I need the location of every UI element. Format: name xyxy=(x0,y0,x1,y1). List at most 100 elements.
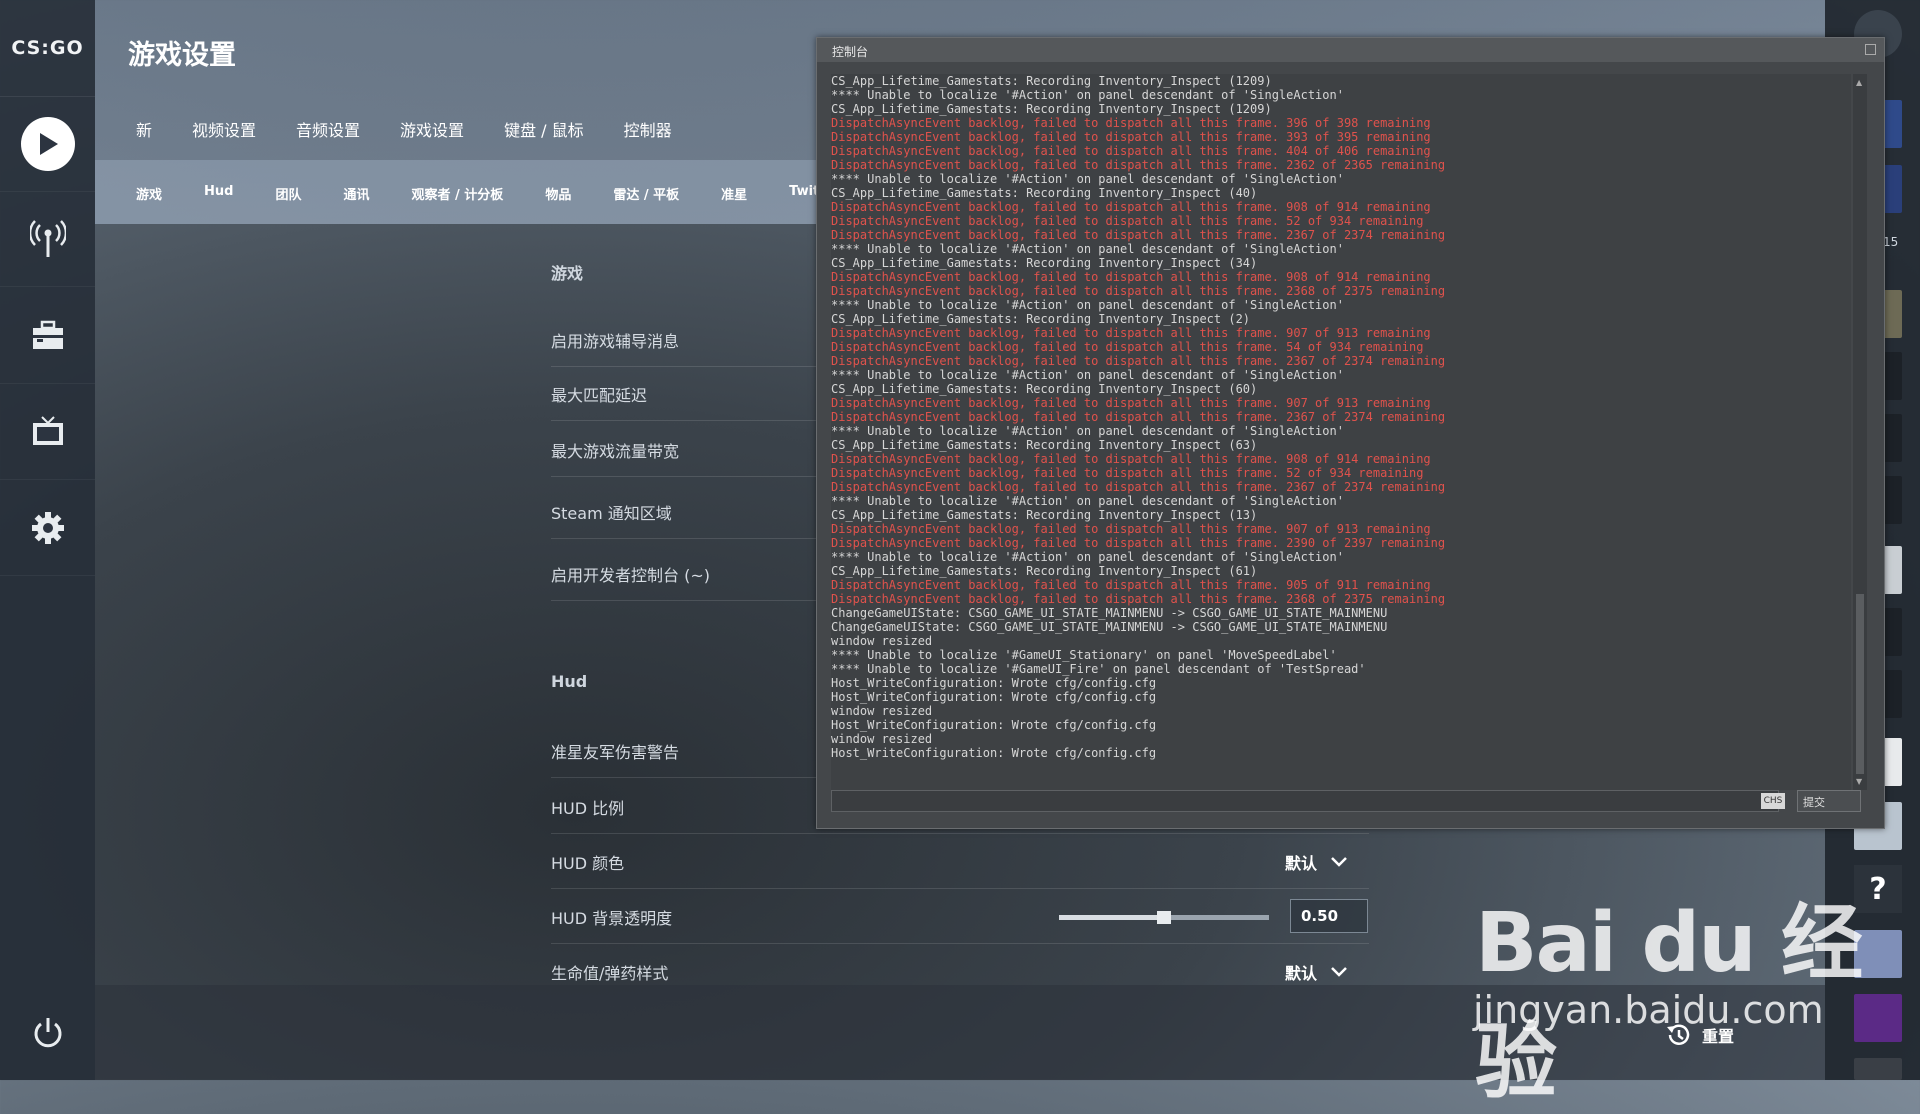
inventory-button[interactable] xyxy=(0,288,95,384)
console-error-line: DispatchAsyncEvent backlog, failed to di… xyxy=(831,158,1446,172)
console-error-line: DispatchAsyncEvent backlog, failed to di… xyxy=(831,116,1431,130)
setting-label: 启用开发者控制台 (~) xyxy=(551,566,710,585)
tab-controller[interactable]: 控制器 xyxy=(624,117,672,141)
setting-label: HUD 比例 xyxy=(551,799,625,818)
console-window: 控制台 CS_App_Lifetime_Gamestats: Recording… xyxy=(816,37,1885,829)
console-line: CS_App_Lifetime_Gamestats: Recording Inv… xyxy=(831,74,1272,88)
section-title-game: 游戏 xyxy=(551,264,584,283)
tab-keyboard-mouse[interactable]: 键盘 / 鼠标 xyxy=(504,117,584,141)
console-line: CS_App_Lifetime_Gamestats: Recording Inv… xyxy=(831,256,1258,270)
subtab-items[interactable]: 物品 xyxy=(545,184,571,203)
history-icon xyxy=(1667,1024,1690,1045)
console-scrollbar[interactable]: ▲ ▼ xyxy=(1853,74,1867,790)
console-error-line: DispatchAsyncEvent backlog, failed to di… xyxy=(831,228,1446,242)
console-line: **** Unable to localize '#GameUI_Station… xyxy=(831,648,1337,662)
baidu-watermark: Bai du 经验 jingyan.baidu.com xyxy=(1473,876,1920,1114)
reset-label: 重置 xyxy=(1702,1027,1735,1046)
friends-count: 15 xyxy=(1883,235,1899,249)
left-sidebar: CS:GO xyxy=(0,0,95,1080)
console-line: CS_App_Lifetime_Gamestats: Recording Inv… xyxy=(831,564,1258,578)
console-line: ChangeGameUIState: CSGO_GAME_UI_STATE_MA… xyxy=(831,606,1388,620)
power-button[interactable] xyxy=(0,985,95,1080)
tab-video[interactable]: 视频设置 xyxy=(192,117,256,141)
scrollbar-thumb[interactable] xyxy=(1856,594,1864,774)
settings-button[interactable] xyxy=(0,480,95,576)
console-error-line: DispatchAsyncEvent backlog, failed to di… xyxy=(831,522,1431,536)
settings-subtabs: 游戏 Hud 团队 通讯 观察者 / 计分板 物品 雷达 / 平板 准星 Twi… xyxy=(95,160,820,224)
console-line: window resized xyxy=(831,634,933,648)
console-line: Host_WriteConfiguration: Wrote cfg/confi… xyxy=(831,676,1157,690)
console-error-line: DispatchAsyncEvent backlog, failed to di… xyxy=(831,144,1431,158)
setting-label: 生命值/弹药样式 xyxy=(551,964,669,983)
console-titlebar[interactable]: 控制台 xyxy=(817,38,1884,62)
chevron-down-icon xyxy=(1331,967,1347,977)
reset-button[interactable]: 重置 xyxy=(1664,1022,1734,1048)
setting-row: HUD 背景透明度 0.50 xyxy=(551,889,1369,944)
console-error-line: DispatchAsyncEvent backlog, failed to di… xyxy=(831,354,1446,368)
close-icon[interactable] xyxy=(1865,44,1876,55)
slider-thumb[interactable] xyxy=(1157,911,1171,924)
briefcase-icon xyxy=(32,320,63,349)
console-error-line: DispatchAsyncEvent backlog, failed to di… xyxy=(831,130,1431,144)
setting-label: 准星友军伤害警告 xyxy=(551,743,680,762)
tab-game[interactable]: 游戏设置 xyxy=(400,117,464,141)
tv-icon xyxy=(32,415,63,445)
console-error-line: DispatchAsyncEvent backlog, failed to di… xyxy=(831,214,1424,228)
subtab-team[interactable]: 团队 xyxy=(275,184,301,203)
console-error-line: DispatchAsyncEvent backlog, failed to di… xyxy=(831,396,1431,410)
hud-bg-alpha-slider[interactable] xyxy=(1059,911,1269,924)
console-line: **** Unable to localize '#Action' on pan… xyxy=(831,494,1344,508)
console-line: **** Unable to localize '#Action' on pan… xyxy=(831,424,1344,438)
setting-label: 启用游戏辅导消息 xyxy=(551,332,680,351)
dropdown-value: 默认 xyxy=(1284,854,1317,873)
console-error-line: DispatchAsyncEvent backlog, failed to di… xyxy=(831,592,1446,606)
setting-row: HUD 颜色 默认 xyxy=(551,834,1369,889)
subtab-crosshair[interactable]: 准星 xyxy=(721,184,747,203)
subtab-comms[interactable]: 通讯 xyxy=(343,184,369,203)
subtab-hud[interactable]: Hud xyxy=(204,184,233,203)
console-line: Host_WriteConfiguration: Wrote cfg/confi… xyxy=(831,746,1157,760)
console-line: **** Unable to localize '#GameUI_Fire' o… xyxy=(831,662,1366,676)
hud-color-dropdown[interactable]: 默认 xyxy=(1285,850,1347,874)
subtab-game[interactable]: 游戏 xyxy=(136,184,162,203)
health-style-dropdown[interactable]: 默认 xyxy=(1285,960,1347,984)
console-error-line: DispatchAsyncEvent backlog, failed to di… xyxy=(831,284,1446,298)
play-button[interactable] xyxy=(0,96,95,192)
console-line: CS_App_Lifetime_Gamestats: Recording Inv… xyxy=(831,382,1258,396)
console-input[interactable] xyxy=(831,790,1779,812)
console-line: **** Unable to localize '#Action' on pan… xyxy=(831,88,1344,102)
subtab-spectator[interactable]: 观察者 / 计分板 xyxy=(412,184,504,203)
section-title-hud: Hud xyxy=(551,672,588,691)
console-error-line: DispatchAsyncEvent backlog, failed to di… xyxy=(831,410,1446,424)
console-error-line: DispatchAsyncEvent backlog, failed to di… xyxy=(831,452,1431,466)
console-line: **** Unable to localize '#Action' on pan… xyxy=(831,368,1344,382)
tab-new[interactable]: 新 xyxy=(136,117,152,141)
broadcast-button[interactable] xyxy=(0,191,95,287)
console-line: **** Unable to localize '#Action' on pan… xyxy=(831,242,1344,256)
hud-bg-alpha-input[interactable]: 0.50 xyxy=(1290,899,1368,933)
console-line: CS_App_Lifetime_Gamestats: Recording Inv… xyxy=(831,438,1258,452)
play-icon xyxy=(20,116,75,171)
console-line: Host_WriteConfiguration: Wrote cfg/confi… xyxy=(831,690,1157,704)
console-error-line: DispatchAsyncEvent backlog, failed to di… xyxy=(831,466,1424,480)
console-error-line: DispatchAsyncEvent backlog, failed to di… xyxy=(831,270,1431,284)
console-line: Host_WriteConfiguration: Wrote cfg/confi… xyxy=(831,718,1157,732)
arrow-up-icon[interactable]: ▲ xyxy=(1856,78,1862,87)
csgo-logo: CS:GO xyxy=(0,0,95,97)
chevron-down-icon xyxy=(1331,857,1347,867)
console-line: **** Unable to localize '#Action' on pan… xyxy=(831,172,1344,186)
setting-label: 最大游戏流量带宽 xyxy=(551,442,680,461)
setting-label: HUD 背景透明度 xyxy=(551,909,673,928)
console-line: window resized xyxy=(831,704,933,718)
watch-button[interactable] xyxy=(0,384,95,480)
tab-audio[interactable]: 音频设置 xyxy=(296,117,360,141)
slider-fill xyxy=(1059,915,1164,920)
arrow-down-icon[interactable]: ▼ xyxy=(1856,777,1862,786)
submit-button[interactable]: 提交 xyxy=(1797,790,1861,812)
subtab-radar[interactable]: 雷达 / 平板 xyxy=(613,184,679,203)
broadcast-icon xyxy=(29,219,66,257)
console-error-line: DispatchAsyncEvent backlog, failed to di… xyxy=(831,200,1431,214)
console-line: CS_App_Lifetime_Gamestats: Recording Inv… xyxy=(831,312,1251,326)
console-output[interactable]: CS_App_Lifetime_Gamestats: Recording Inv… xyxy=(831,74,1851,790)
settings-tabs: 新 视频设置 音频设置 游戏设置 键盘 / 鼠标 控制器 xyxy=(136,117,712,141)
